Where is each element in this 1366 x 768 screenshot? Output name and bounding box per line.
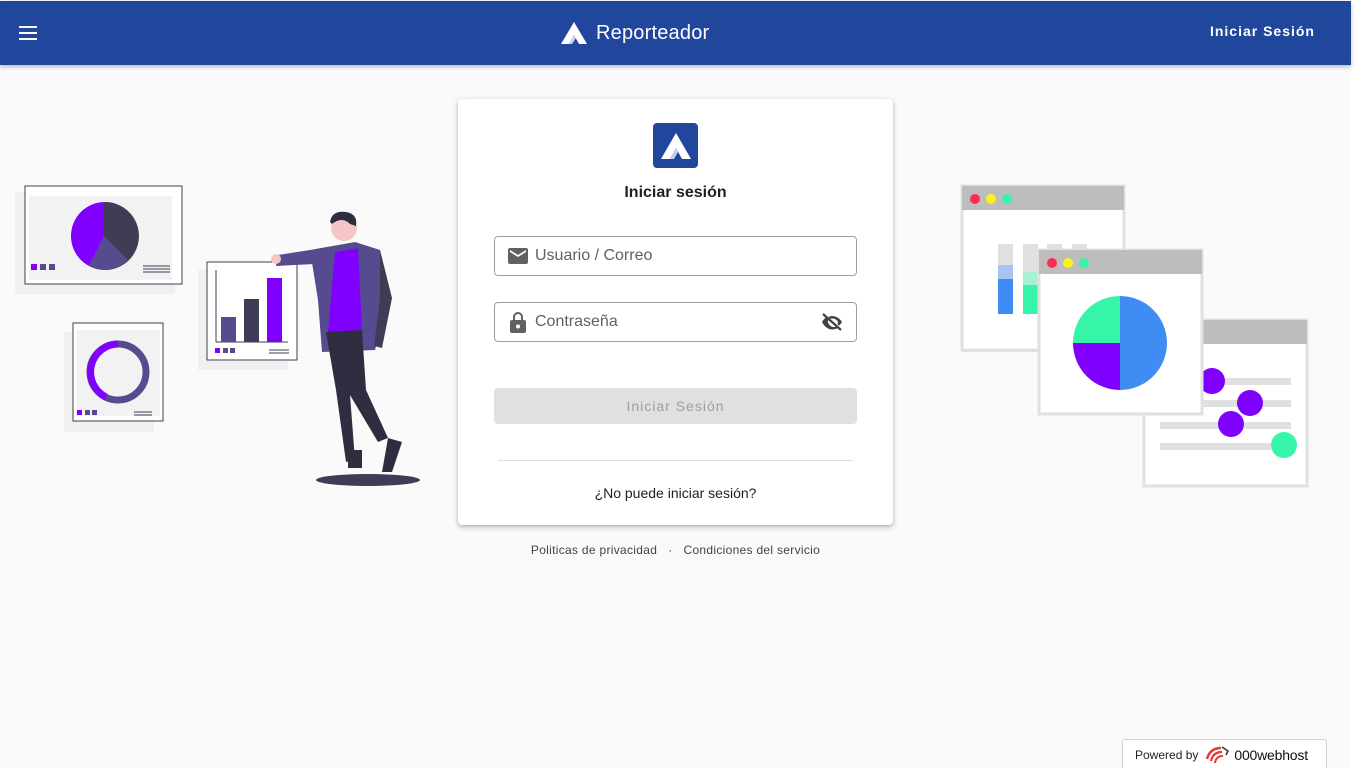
footer-separator: · xyxy=(668,543,673,557)
privacy-policy-link[interactable]: Politicas de privacidad xyxy=(531,543,657,557)
login-card: Iniciar sesión Iniciar Sesión ¿No puede … xyxy=(458,99,893,525)
app-title: Reporteador xyxy=(596,21,710,44)
card-logo xyxy=(653,123,698,168)
right-illustration xyxy=(960,184,1309,488)
footer-links: Politicas de privacidad · Condiciones del … xyxy=(458,543,893,557)
menu-icon xyxy=(19,26,37,40)
password-field[interactable] xyxy=(494,302,857,342)
eye-off-icon[interactable] xyxy=(820,310,844,334)
forgot-login-link[interactable]: ¿No puede iniciar sesión? xyxy=(458,485,893,501)
top-toolbar: Reporteador Iniciar Sesión xyxy=(0,1,1351,65)
username-field[interactable] xyxy=(494,236,857,276)
powered-by-badge[interactable]: Powered by 000webhost xyxy=(1122,739,1327,768)
terms-of-service-link[interactable]: Condiciones del servicio xyxy=(683,543,820,557)
powered-by-label: Powered by xyxy=(1135,747,1199,762)
password-input[interactable] xyxy=(535,303,820,341)
divider xyxy=(498,460,853,461)
menu-button[interactable] xyxy=(8,13,48,53)
app-logo-icon xyxy=(561,22,587,44)
header-login-button[interactable]: Iniciar Sesión xyxy=(1210,23,1315,39)
left-illustration xyxy=(15,185,420,486)
login-submit-button[interactable]: Iniciar Sesión xyxy=(494,388,857,424)
login-title: Iniciar sesión xyxy=(624,184,727,201)
mail-icon xyxy=(508,246,528,266)
host-logo-icon xyxy=(1206,745,1230,763)
lock-icon xyxy=(508,311,528,333)
brand[interactable]: Reporteador xyxy=(560,15,709,51)
app-logo-icon xyxy=(660,132,691,159)
scrollbar-track[interactable] xyxy=(1351,0,1366,768)
host-brand-name: 000webhost xyxy=(1234,746,1308,763)
username-input[interactable] xyxy=(535,237,856,275)
